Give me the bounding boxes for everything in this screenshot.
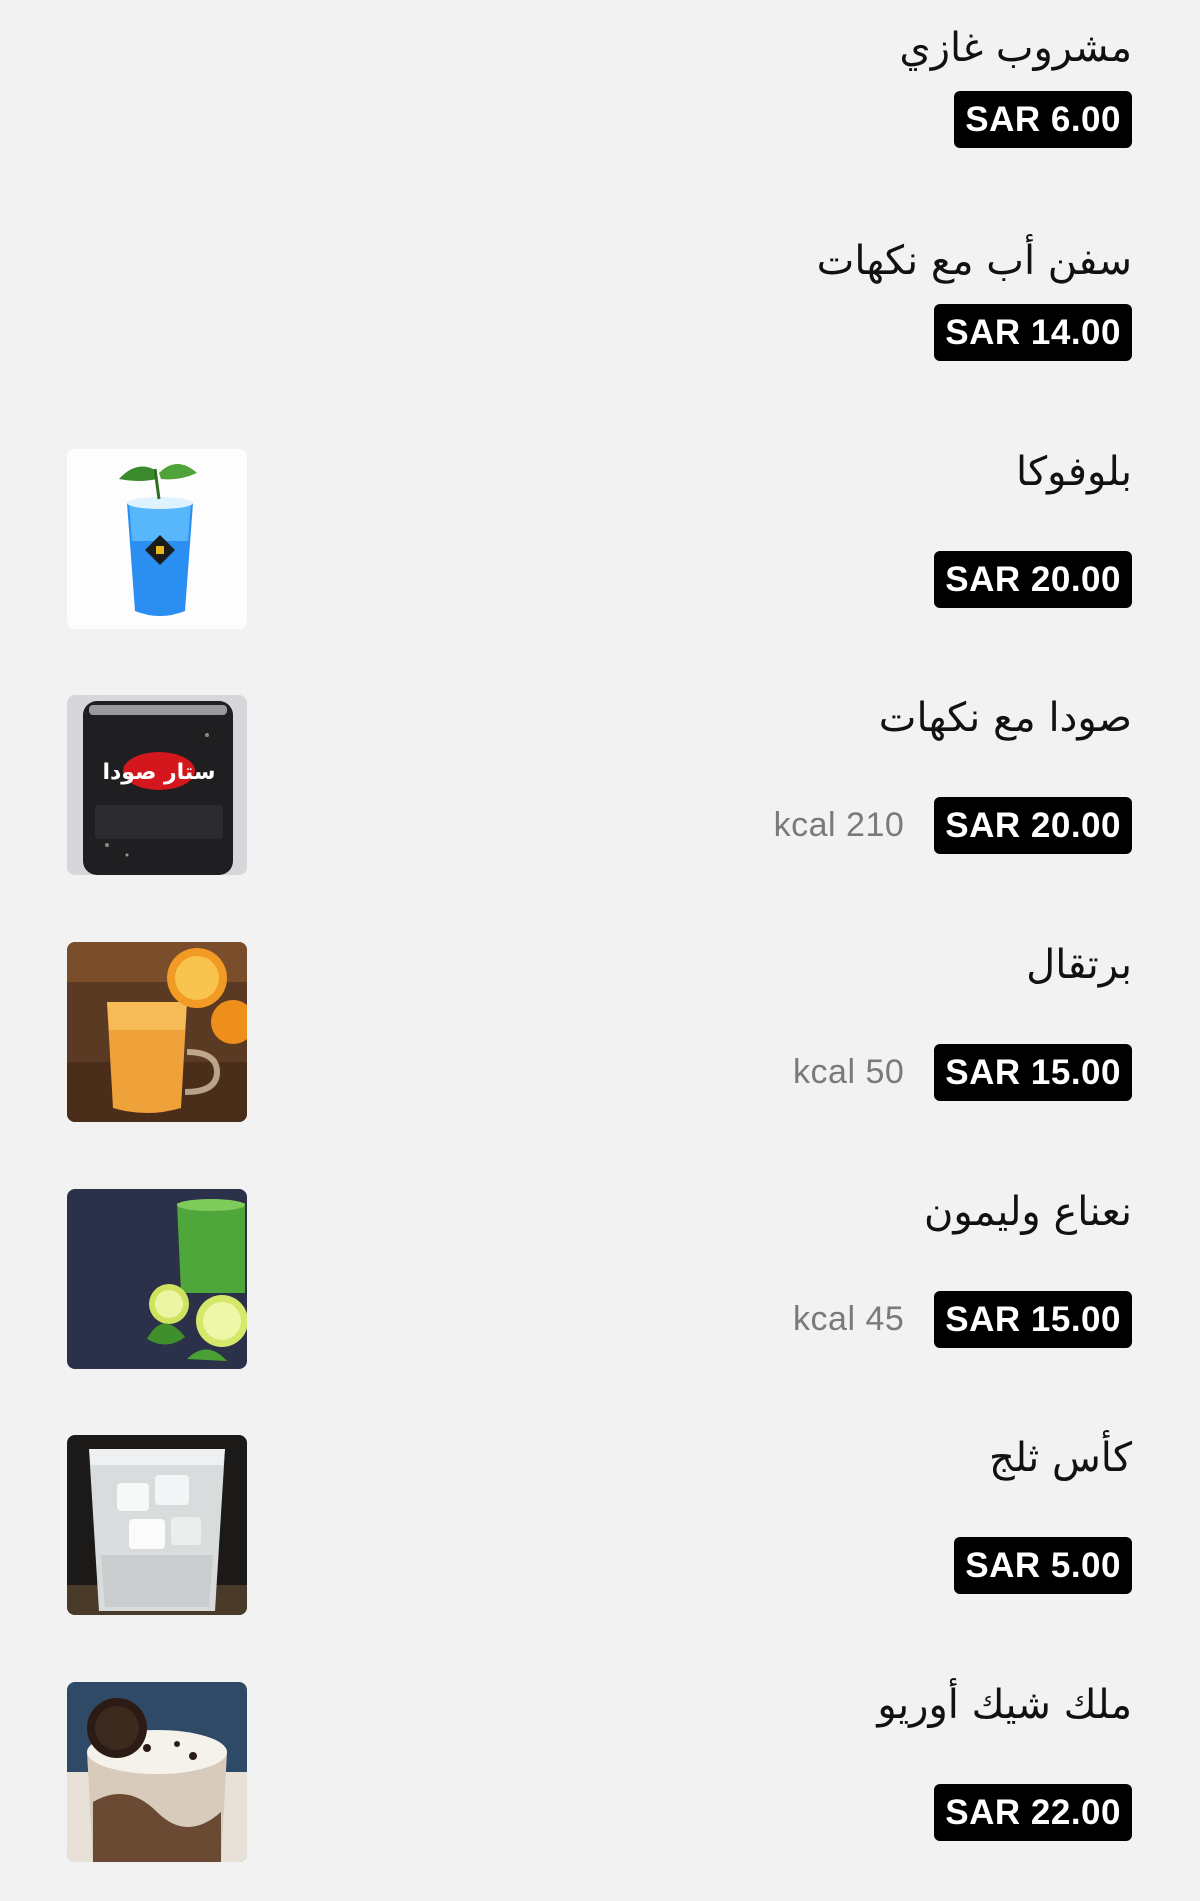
item-meta: SAR 20.00 [934,551,1132,608]
menu-item-blufoka[interactable]: بلوفوكا SAR 20.00 [0,442,1200,642]
item-name: سفن أب مع نكهات [816,238,1132,284]
price-badge: SAR 20.00 [934,551,1132,608]
menu-item-soda-flavors[interactable]: صودا مع نكهات SAR 20.00 kcal 210 ستار صو… [0,688,1200,888]
menu-item-7up-flavors[interactable]: سفن أب مع نكهات SAR 14.00 [0,231,1200,431]
ice-glass-photo[interactable] [67,1435,247,1615]
menu-list: مشروب غازي SAR 6.00 سفن أب مع نكهات SAR … [0,0,1200,1901]
item-meta: SAR 15.00 kcal 45 [793,1291,1132,1348]
item-name: نعناع وليمون [923,1189,1132,1235]
price-badge: SAR 15.00 [934,1044,1132,1101]
item-meta: SAR 20.00 kcal 210 [774,797,1132,854]
price-badge: SAR 5.00 [954,1537,1132,1594]
item-meta: SAR 15.00 kcal 50 [793,1044,1132,1101]
item-name: كأس ثلج [989,1435,1132,1481]
price-badge: SAR 14.00 [934,304,1132,361]
menu-item-mint-lemon[interactable]: نعناع وليمون SAR 15.00 kcal 45 [0,1182,1200,1382]
star-soda-can-photo[interactable]: ستار صودا [67,695,247,875]
svg-text:ستار صودا: ستار صودا [102,760,215,785]
orange-juice-glass-photo[interactable] [67,942,247,1122]
item-meta: SAR 6.00 [954,91,1132,148]
menu-item-orange[interactable]: برتقال SAR 15.00 kcal 50 [0,935,1200,1135]
item-name: صودا مع نكهات [878,695,1132,741]
item-name: برتقال [1026,942,1132,988]
item-meta: SAR 14.00 [934,304,1132,361]
price-badge: SAR 22.00 [934,1784,1132,1841]
item-meta: SAR 5.00 [954,1537,1132,1594]
kcal-label: kcal 50 [793,1053,905,1091]
item-name: مشروب غازي [899,25,1132,71]
menu-item-ice-glass[interactable]: كأس ثلج SAR 5.00 [0,1428,1200,1628]
item-name: ملك شيك أوريو [877,1682,1132,1728]
item-meta: SAR 22.00 [934,1784,1132,1841]
price-badge: SAR 15.00 [934,1291,1132,1348]
price-badge: SAR 20.00 [934,797,1132,854]
menu-item-oreo-milkshake[interactable]: ملك شيك أوريو SAR 22.00 [0,1675,1200,1875]
menu-item-soft-drink[interactable]: مشروب غازي SAR 6.00 [0,18,1200,218]
kcal-label: kcal 45 [793,1300,905,1338]
item-name: بلوفوكا [1015,449,1132,495]
blue-mojito-cup-photo[interactable] [67,449,247,629]
price-badge: SAR 6.00 [954,91,1132,148]
kcal-label: kcal 210 [773,806,905,844]
mint-lemon-juice-photo[interactable] [67,1189,247,1369]
oreo-milkshake-photo[interactable] [67,1682,247,1862]
